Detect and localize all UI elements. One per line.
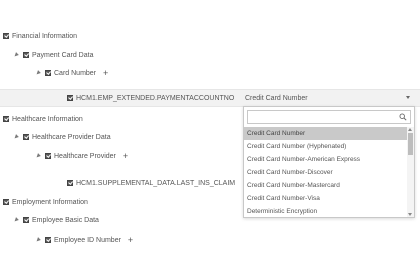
scrollbar-thumb[interactable] bbox=[408, 133, 413, 155]
financial-information-checkbox[interactable] bbox=[3, 33, 9, 39]
expand-triangle-icon[interactable] bbox=[13, 217, 19, 223]
employment-information-checkbox[interactable] bbox=[3, 199, 9, 205]
tree-label: Employee Basic Data bbox=[32, 216, 99, 224]
dropdown-scrollbar[interactable] bbox=[407, 127, 414, 217]
dropdown-option[interactable]: Credit Card Number bbox=[244, 127, 407, 140]
tree-label: Healthcare Provider Data bbox=[32, 133, 111, 141]
dropdown-option[interactable]: Credit Card Number-Discover bbox=[244, 166, 407, 179]
add-plus-icon[interactable]: + bbox=[128, 235, 133, 245]
expand-triangle-icon[interactable] bbox=[35, 70, 41, 76]
expand-triangle-icon[interactable] bbox=[35, 237, 41, 243]
scroll-up-arrow-icon[interactable] bbox=[408, 128, 412, 131]
search-icon[interactable] bbox=[399, 113, 407, 121]
tree-row-payment-card-data[interactable]: Payment Card Data bbox=[13, 46, 94, 64]
tree-label: Healthcare Information bbox=[12, 115, 83, 123]
expand-triangle-icon[interactable] bbox=[13, 52, 19, 58]
add-plus-icon[interactable]: + bbox=[123, 151, 128, 161]
healthcare-information-checkbox[interactable] bbox=[3, 116, 9, 122]
employee-id-number-checkbox[interactable] bbox=[45, 237, 51, 243]
expand-triangle-icon[interactable] bbox=[13, 134, 19, 140]
tree-label: Card Number bbox=[54, 69, 97, 77]
tree-label: Employee ID Number bbox=[54, 236, 121, 244]
tree-row-healthcare-information[interactable]: Healthcare Information bbox=[3, 110, 83, 128]
dropdown-option[interactable]: Credit Card Number-American Express bbox=[244, 153, 407, 166]
tree-row-paymentaccountno[interactable]: HCM1.EMP_EXTENDED.PAYMENTACCOUNTNO bbox=[0, 89, 420, 107]
dropdown-option[interactable]: Credit Card Number-Mastercard bbox=[244, 179, 407, 192]
tree-row-employment-information[interactable]: Employment Information bbox=[3, 193, 88, 211]
tree-row-healthcare-provider[interactable]: Healthcare Provider + bbox=[35, 147, 128, 165]
card-number-checkbox[interactable] bbox=[45, 70, 51, 76]
data-type-select-value[interactable]: Credit Card Number bbox=[245, 95, 308, 102]
tree-label: Financial Information bbox=[12, 32, 77, 40]
dropdown-search-input[interactable] bbox=[247, 110, 411, 124]
tree-label: Employment Information bbox=[12, 198, 88, 206]
healthcare-provider-checkbox[interactable] bbox=[45, 153, 51, 159]
select-caret-icon[interactable] bbox=[406, 96, 410, 99]
employee-basic-data-checkbox[interactable] bbox=[23, 217, 29, 223]
tree-row-employee-basic-data[interactable]: Employee Basic Data bbox=[13, 211, 99, 229]
tree-row-last-ins-claim[interactable]: HCM1.SUPPLEMENTAL_DATA.LAST_INS_CLAIM bbox=[67, 174, 235, 192]
scroll-down-arrow-icon[interactable] bbox=[408, 213, 412, 216]
dropdown-option[interactable]: Credit Card Number (Hyphenated) bbox=[244, 140, 407, 153]
expand-triangle-icon[interactable] bbox=[35, 153, 41, 159]
last-ins-claim-checkbox[interactable] bbox=[67, 180, 73, 186]
tree-row-financial-information[interactable]: Financial Information bbox=[3, 27, 77, 45]
dropdown-option[interactable]: Deterministic Encryption bbox=[244, 205, 407, 218]
paymentaccountno-checkbox[interactable] bbox=[67, 95, 73, 101]
dropdown-options-list: Credit Card Number Credit Card Number (Hy… bbox=[244, 127, 407, 218]
healthcare-provider-data-checkbox[interactable] bbox=[23, 134, 29, 140]
tree-row-employee-id-number[interactable]: Employee ID Number + bbox=[35, 231, 133, 249]
add-plus-icon[interactable]: + bbox=[103, 68, 108, 78]
payment-card-data-checkbox[interactable] bbox=[23, 52, 29, 58]
tree-label: HCM1.SUPPLEMENTAL_DATA.LAST_INS_CLAIM bbox=[76, 179, 236, 187]
tree-row-healthcare-provider-data[interactable]: Healthcare Provider Data bbox=[13, 128, 111, 146]
dropdown-option[interactable]: Credit Card Number-Visa bbox=[244, 192, 407, 205]
tree-label: Healthcare Provider bbox=[54, 152, 116, 160]
tree-row-card-number[interactable]: Card Number + bbox=[35, 64, 108, 82]
data-type-dropdown: Credit Card Number Credit Card Number (Hy… bbox=[243, 106, 415, 218]
tree-label: Payment Card Data bbox=[32, 51, 94, 59]
tree-label: HCM1.EMP_EXTENDED.PAYMENTACCOUNTNO bbox=[76, 94, 235, 102]
